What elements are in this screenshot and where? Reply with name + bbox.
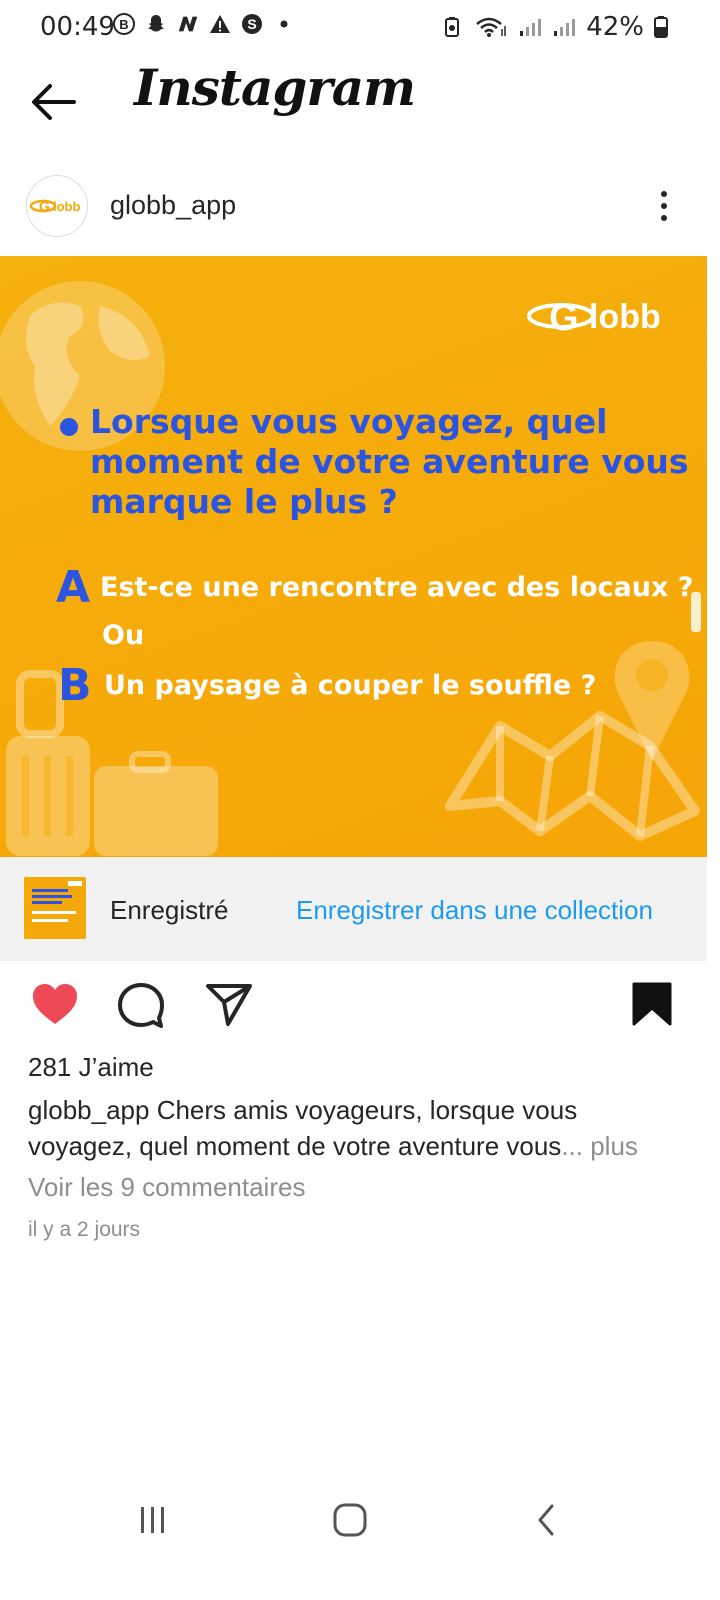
thumbnail-preview bbox=[24, 877, 86, 939]
notification-icons: B S bbox=[112, 12, 296, 36]
share-button[interactable] bbox=[204, 980, 254, 1030]
view-comments-link[interactable]: Voir les 9 commentaires bbox=[28, 1172, 305, 1203]
option-b-text: Un paysage à couper le souffle ? bbox=[104, 670, 597, 701]
map-pin-icon bbox=[445, 641, 700, 841]
recent-apps-button[interactable] bbox=[128, 1500, 178, 1540]
svg-text:G: G bbox=[549, 297, 579, 336]
back-arrow-icon bbox=[32, 84, 76, 120]
caption-username[interactable]: globb_app bbox=[28, 1095, 149, 1125]
post-actions bbox=[0, 980, 720, 1034]
globb-logo-icon: G lobb bbox=[29, 198, 80, 214]
save-to-collection-link[interactable]: Enregistrer dans une collection bbox=[296, 895, 653, 926]
wifi-icon bbox=[474, 15, 508, 39]
send-icon bbox=[206, 984, 252, 1026]
avatar[interactable]: G lobb bbox=[26, 175, 88, 237]
snapchat-icon bbox=[144, 12, 168, 36]
watermark bbox=[691, 592, 701, 632]
system-nav-bar bbox=[0, 1480, 720, 1560]
post-username[interactable]: globb_app bbox=[110, 190, 236, 221]
back-button[interactable] bbox=[28, 80, 80, 124]
saved-label: Enregistré bbox=[110, 895, 229, 925]
svg-text:lobb: lobb bbox=[589, 298, 661, 336]
comment-icon bbox=[118, 983, 164, 1028]
option-a-letter: A bbox=[56, 562, 91, 613]
saved-thumbnail[interactable] bbox=[24, 877, 86, 939]
post-timestamp: il y a 2 jours bbox=[28, 1218, 141, 1241]
n-icon bbox=[176, 12, 200, 36]
image-logo: G lobb bbox=[527, 292, 677, 336]
battery-percent: 42% bbox=[586, 12, 644, 42]
post-header: G lobb globb_app bbox=[0, 170, 720, 242]
battery-icon bbox=[654, 15, 668, 39]
recent-apps-icon bbox=[141, 1507, 164, 1533]
caption-more-link[interactable]: ... plus bbox=[561, 1131, 638, 1161]
b-circle-icon: B bbox=[112, 12, 136, 36]
svg-text:S: S bbox=[247, 16, 256, 32]
heart-icon bbox=[33, 984, 77, 1024]
question-bullet bbox=[60, 418, 78, 436]
more-options-button[interactable] bbox=[652, 188, 676, 224]
likes-count[interactable]: 281 J’aime bbox=[28, 1052, 154, 1083]
or-text: Ou bbox=[102, 620, 145, 651]
s-circle-icon: S bbox=[240, 12, 264, 36]
option-b-letter: B bbox=[58, 660, 92, 711]
svg-text:B: B bbox=[119, 17, 128, 32]
comment-button[interactable] bbox=[116, 980, 166, 1030]
warning-icon bbox=[208, 12, 232, 36]
app-header: Instagram bbox=[0, 58, 720, 148]
like-button[interactable] bbox=[30, 980, 80, 1030]
signal-icon bbox=[518, 15, 542, 39]
battery-saver-icon bbox=[440, 15, 464, 39]
post-caption: globb_app Chers amis voyageurs, lorsque … bbox=[28, 1092, 678, 1164]
system-icons: 42% bbox=[440, 12, 668, 42]
more-vertical-icon bbox=[661, 191, 667, 221]
svg-text:G: G bbox=[39, 198, 50, 214]
back-nav-button[interactable] bbox=[522, 1500, 572, 1540]
app-title: Instagram bbox=[134, 58, 416, 117]
back-chevron-icon bbox=[538, 1504, 554, 1536]
signal-icon-2 bbox=[552, 15, 576, 39]
status-time: 00:49 bbox=[40, 12, 115, 42]
home-button[interactable] bbox=[325, 1500, 375, 1540]
status-bar: 00:49 B S 42% bbox=[0, 0, 720, 52]
post-image[interactable]: G lobb Lorsque vous voyagez, quel moment… bbox=[0, 256, 707, 857]
bookmark-icon bbox=[632, 982, 672, 1026]
globb-logo-icon: G lobb bbox=[527, 297, 661, 336]
option-a-text: Est-ce une rencontre avec des locaux ? bbox=[100, 572, 694, 603]
saved-bar: Enregistré Enregistrer dans une collecti… bbox=[0, 857, 707, 961]
home-icon bbox=[333, 1503, 367, 1537]
bookmark-button[interactable] bbox=[628, 980, 678, 1030]
svg-text:lobb: lobb bbox=[53, 199, 80, 214]
dot-icon bbox=[272, 12, 296, 36]
image-question: Lorsque vous voyagez, quel moment de vot… bbox=[90, 402, 689, 521]
